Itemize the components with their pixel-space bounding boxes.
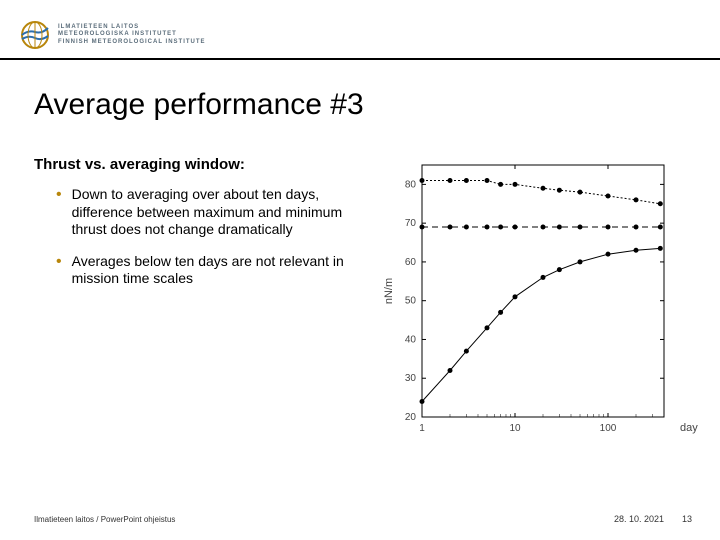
bullet-icon: •	[56, 186, 62, 239]
bullet-text: Down to averaging over about ten days, d…	[72, 186, 366, 239]
org-line-2: METEOROLOGISKA INSTITUTET	[58, 31, 206, 38]
globe-logo-icon	[20, 20, 50, 50]
bullet-item: • Averages below ten days are not releva…	[56, 253, 366, 288]
slide: ILMATIETEEN LAITOS METEOROLOGISKA INSTIT…	[0, 0, 720, 540]
bullet-icon: •	[56, 253, 62, 288]
svg-text:30: 30	[405, 373, 417, 384]
bullet-item: • Down to averaging over about ten days,…	[56, 186, 366, 239]
footer-date: 28. 10. 2021	[614, 514, 664, 524]
svg-text:1: 1	[419, 423, 425, 434]
org-name: ILMATIETEEN LAITOS METEOROLOGISKA INSTIT…	[58, 24, 206, 46]
thrust-chart: 20 30 40 50 60 70 80 1 10 100 days nN/m	[378, 155, 698, 455]
svg-text:10: 10	[509, 423, 521, 434]
header-divider	[0, 58, 720, 60]
svg-text:60: 60	[405, 257, 417, 268]
header: ILMATIETEEN LAITOS METEOROLOGISKA INSTIT…	[20, 20, 206, 50]
svg-text:100: 100	[600, 423, 617, 434]
org-line-3: FINNISH METEOROLOGICAL INSTITUTE	[58, 39, 206, 46]
svg-text:40: 40	[405, 334, 417, 345]
svg-text:50: 50	[405, 296, 417, 307]
body-text: • Down to averaging over about ten days,…	[56, 186, 366, 302]
svg-text:nN/m: nN/m	[383, 278, 395, 304]
slide-title: Average performance #3	[34, 88, 364, 122]
svg-text:70: 70	[405, 218, 417, 229]
org-line-1: ILMATIETEEN LAITOS	[58, 24, 206, 31]
footer-left-text: Ilmatieteen laitos / PowerPoint ohjeistu…	[34, 515, 175, 524]
slide-subtitle: Thrust vs. averaging window:	[34, 156, 245, 173]
svg-text:days: days	[680, 422, 698, 434]
svg-text:80: 80	[405, 179, 417, 190]
svg-text:20: 20	[405, 412, 417, 423]
bullet-text: Averages below ten days are not relevant…	[72, 253, 366, 288]
footer-page-number: 13	[682, 514, 692, 524]
